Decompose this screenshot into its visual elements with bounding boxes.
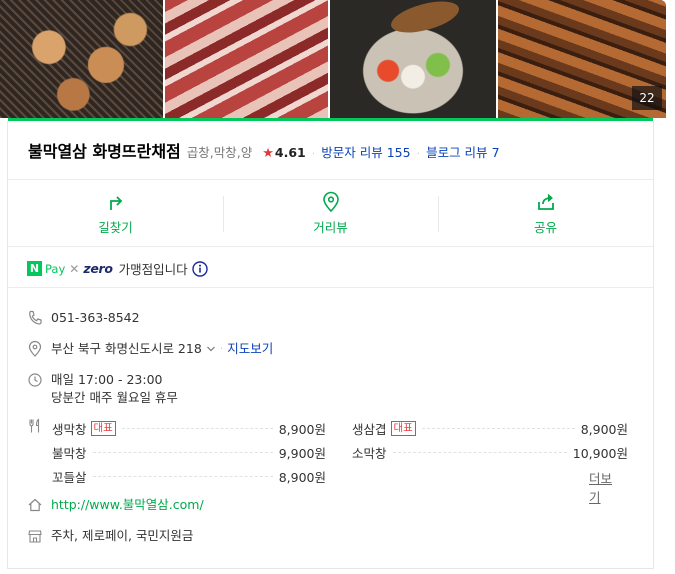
leader-dots xyxy=(392,451,567,453)
leader-dots xyxy=(92,451,273,453)
menu-item[interactable]: 생삼겹 대표 8,900원 xyxy=(352,419,628,437)
signature-badge: 대표 xyxy=(90,420,116,436)
leader-dots xyxy=(421,427,575,429)
visitor-review-link[interactable]: 방문자 리뷰 155 xyxy=(321,142,410,161)
facilities-row: 주차, 제로페이, 국민지원금 xyxy=(27,527,193,545)
blog-review-label: 블로그 리뷰 xyxy=(426,145,488,160)
phone-icon xyxy=(29,310,42,325)
location-icon xyxy=(28,340,42,357)
store-icon xyxy=(28,530,42,543)
menu-row-label xyxy=(27,417,43,435)
action-bar: 길찾기 거리뷰 공유 xyxy=(8,180,653,246)
separator-dot: · xyxy=(311,147,316,160)
phone-row: 051-363-8542 xyxy=(27,309,140,327)
website-row: http://www.불막열삼.com/ xyxy=(27,496,204,514)
star-icon: ★ xyxy=(262,146,274,161)
directions-button[interactable]: 길찾기 xyxy=(8,180,223,246)
visitor-review-label: 방문자 리뷰 xyxy=(321,145,383,160)
hours-row: 매일 17:00 - 23:00 당분간 매주 월요일 휴무 xyxy=(27,371,178,407)
hours-daily: 매일 17:00 - 23:00 xyxy=(51,372,163,387)
facilities-text: 주차, 제로페이, 국민지원금 xyxy=(51,528,194,543)
menu-item-name: 꼬들살 xyxy=(52,469,87,485)
hours-block[interactable]: 매일 17:00 - 23:00 당분간 매주 월요일 휴무 xyxy=(51,371,178,407)
share-button[interactable]: 공유 xyxy=(438,180,653,246)
map-view-link[interactable]: 지도보기 xyxy=(227,340,273,358)
leader-dots xyxy=(121,427,273,429)
visitor-review-count: 155 xyxy=(386,145,411,160)
menu-item-name: 생삼겹 xyxy=(352,421,387,437)
street-view-button[interactable]: 거리뷰 xyxy=(223,180,438,246)
menu-item-price: 9,900원 xyxy=(278,445,326,461)
rating-value: 4.61 xyxy=(274,145,306,160)
menu-item[interactable]: 생막창 대표 8,900원 xyxy=(52,419,326,437)
utensils-icon xyxy=(29,418,40,433)
website-link[interactable]: http://www.불막열삼.com/ xyxy=(51,496,204,514)
menu-item-price: 8,900원 xyxy=(580,421,628,437)
menu-item-name: 소막창 xyxy=(352,445,387,461)
menu-item[interactable]: 꼬들살 8,900원 xyxy=(52,467,326,485)
signature-badge: 대표 xyxy=(390,420,416,436)
payment-info: N Pay ✕ zero 가맹점입니다 xyxy=(27,259,208,278)
menu-item-name: 불막창 xyxy=(52,445,87,461)
clock-icon xyxy=(28,373,42,387)
phone-number[interactable]: 051-363-8542 xyxy=(51,309,140,327)
separator-dot: · xyxy=(416,147,421,160)
info-icon[interactable] xyxy=(191,260,208,277)
menu-more-link[interactable]: 더보기 xyxy=(589,468,622,506)
leader-dots xyxy=(92,475,273,477)
address-row: 부산 북구 화명신도시로 218 · 지도보기 xyxy=(27,340,273,358)
place-summary-card: 불막열삼 화명뜨란채점 곱창,막창,양 ★ 4.61 · 방문자 리뷰 155 ·… xyxy=(7,121,654,569)
separator-dot: · xyxy=(219,342,224,355)
address-text[interactable]: 부산 북구 화명신도시로 218 xyxy=(51,340,202,358)
npay-text: Pay xyxy=(45,261,66,276)
share-icon xyxy=(537,193,554,210)
menu-item-price: 8,900원 xyxy=(278,469,326,485)
payment-description: 가맹점입니다 xyxy=(118,262,188,277)
menu-item-price: 10,900원 xyxy=(572,445,628,461)
blog-review-link[interactable]: 블로그 리뷰 7 xyxy=(426,142,499,161)
photo-gallery[interactable]: 22 xyxy=(0,0,666,118)
blog-review-count: 7 xyxy=(491,145,500,160)
menu-item[interactable]: 소막창 10,900원 xyxy=(352,443,628,461)
npay-logo: N xyxy=(27,261,42,276)
place-name[interactable]: 불막열삼 화명뜨란채점 xyxy=(28,138,181,162)
grilled-gopchang-photo[interactable] xyxy=(0,0,163,118)
zeropay-logo: zero xyxy=(83,261,113,276)
map-pin-icon xyxy=(322,191,339,212)
divider xyxy=(8,287,653,288)
divider xyxy=(8,246,653,247)
menu-item-name: 생막창 xyxy=(52,421,87,437)
directions-label: 길찾기 xyxy=(98,219,133,235)
share-label: 공유 xyxy=(533,219,557,235)
pork-belly-photo[interactable] xyxy=(164,0,328,118)
times-sign: ✕ xyxy=(69,261,80,276)
menu-item[interactable]: 불막창 9,900원 xyxy=(52,443,326,461)
home-icon xyxy=(28,498,42,512)
directions-icon xyxy=(109,195,122,210)
place-category: 곱창,막창,양 xyxy=(186,145,253,160)
hours-note: 당분간 매주 월요일 휴무 xyxy=(51,390,178,405)
grilled-makchang-photo[interactable]: 22 xyxy=(497,0,666,118)
photo-count-badge[interactable]: 22 xyxy=(631,86,662,110)
gopchang-hotpot-photo[interactable] xyxy=(330,0,496,118)
street-view-label: 거리뷰 xyxy=(313,219,348,235)
chevron-down-icon[interactable] xyxy=(206,344,216,354)
menu-item-price: 8,900원 xyxy=(278,421,326,437)
place-header: 불막열삼 화명뜨란채점 곱창,막창,양 ★ 4.61 · 방문자 리뷰 155 ·… xyxy=(28,138,500,162)
